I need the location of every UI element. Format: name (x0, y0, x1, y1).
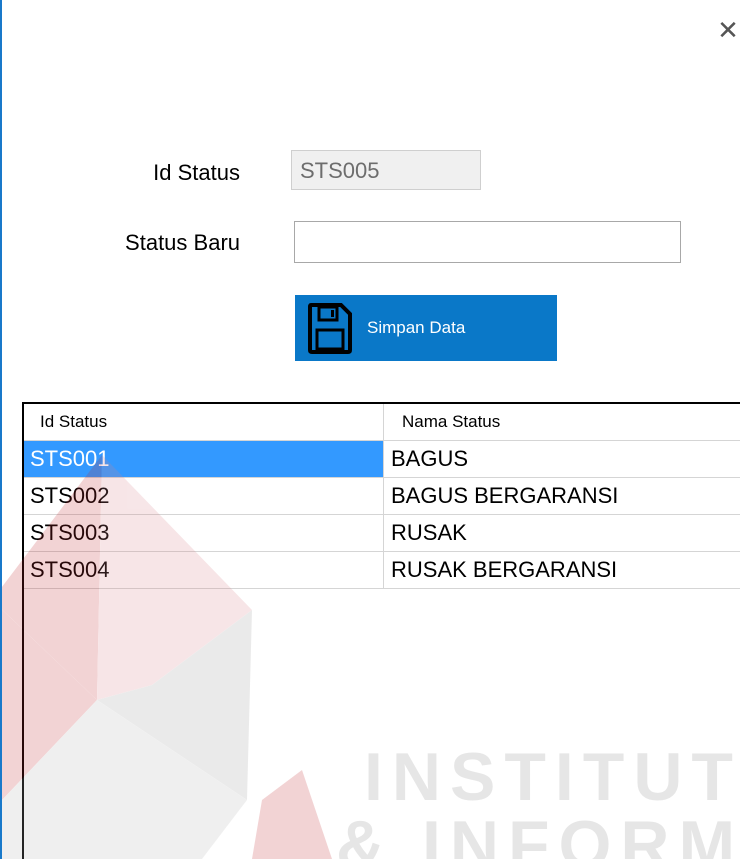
cell-nama-status[interactable]: RUSAK BERGARANSI (384, 552, 740, 588)
table-row[interactable]: STS004 RUSAK BERGARANSI (24, 552, 740, 589)
table-row[interactable]: STS003 RUSAK (24, 515, 740, 552)
table-row[interactable]: STS001 BAGUS (24, 441, 740, 478)
id-status-label: Id Status (153, 160, 240, 185)
table-row[interactable]: STS002 BAGUS BERGARANSI (24, 478, 740, 515)
cell-nama-status[interactable]: BAGUS (384, 441, 740, 477)
close-icon: ✕ (717, 15, 739, 45)
save-button[interactable]: Simpan Data (295, 295, 557, 361)
column-header-id-status[interactable]: Id Status (24, 404, 384, 440)
id-status-field: STS005 (291, 150, 481, 190)
dialog-window: ✕ Id Status STS005 Status Baru Simpan Da… (0, 0, 740, 859)
cell-id-status[interactable]: STS004 (24, 552, 384, 588)
cell-nama-status[interactable]: BAGUS BERGARANSI (384, 478, 740, 514)
cell-id-status[interactable]: STS003 (24, 515, 384, 551)
status-baru-label: Status Baru (125, 230, 240, 255)
cell-nama-status[interactable]: RUSAK (384, 515, 740, 551)
save-button-label: Simpan Data (367, 318, 466, 337)
cell-id-status[interactable]: STS001 (24, 441, 384, 477)
status-data-grid[interactable]: Id Status Nama Status STS001 BAGUS STS00… (22, 402, 740, 859)
cell-id-status[interactable]: STS002 (24, 478, 384, 514)
status-baru-input[interactable] (294, 221, 681, 263)
column-header-nama-status[interactable]: Nama Status (384, 404, 740, 440)
close-button[interactable]: ✕ (714, 14, 740, 46)
floppy-disk-icon (308, 303, 352, 354)
grid-header: Id Status Nama Status (24, 404, 740, 441)
